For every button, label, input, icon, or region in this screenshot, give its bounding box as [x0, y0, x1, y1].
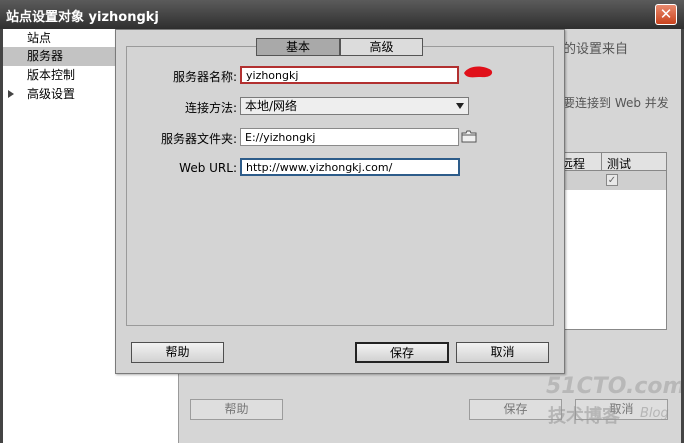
- title-bar: 站点设置对象 yizhongkj ✕: [0, 0, 684, 29]
- tab-basic[interactable]: 基本: [256, 38, 340, 56]
- connect-method-label: 连接方法:: [184, 101, 237, 115]
- web-url-input[interactable]: [240, 158, 460, 176]
- sidebar-item-label: 高级设置: [27, 87, 76, 101]
- table-row[interactable]: ✓: [556, 171, 666, 190]
- window-title: 站点设置对象 yizhongkj: [6, 10, 159, 25]
- web-url-label: Web URL:: [179, 161, 237, 175]
- watermark-blog: Blog: [640, 406, 669, 421]
- connect-method-select[interactable]: 本地/网络: [240, 97, 469, 115]
- table-header-test: 测试: [607, 157, 632, 171]
- table-header-divider: [601, 153, 602, 170]
- close-button[interactable]: ✕: [655, 4, 677, 25]
- sidebar-item-label: 服务器: [27, 49, 64, 63]
- red-scribble-annotation: [464, 66, 493, 78]
- expand-triangle-icon[interactable]: [8, 90, 14, 98]
- background-help-button[interactable]: 帮助: [190, 399, 283, 420]
- server-folder-input[interactable]: [240, 128, 459, 146]
- server-folder-label: 服务器文件夹:: [160, 132, 237, 146]
- dialog-content-panel: [126, 46, 554, 326]
- dropdown-arrow-icon: [456, 103, 464, 109]
- server-name-input[interactable]: [240, 66, 459, 84]
- background-text-2: 要连接到 Web 并发: [563, 96, 669, 110]
- server-name-label: 服务器名称:: [172, 70, 237, 84]
- connect-method-value: 本地/网络: [245, 99, 298, 113]
- checkbox-icon[interactable]: ✓: [606, 174, 618, 186]
- save-button[interactable]: 保存: [355, 342, 449, 363]
- help-button[interactable]: 帮助: [131, 342, 224, 363]
- watermark-51cto: 51CTO.com: [546, 374, 684, 399]
- sidebar-item-label: 站点: [27, 31, 52, 45]
- close-icon: ✕: [659, 5, 673, 23]
- sidebar-item-label: 版本控制: [27, 68, 76, 82]
- tab-advanced[interactable]: 高级: [340, 38, 423, 56]
- watermark-tech-blog: 技术博客: [548, 406, 620, 427]
- background-table-header: 远程 测试: [555, 152, 667, 171]
- cancel-button[interactable]: 取消: [456, 342, 549, 363]
- folder-icon[interactable]: [461, 130, 477, 143]
- background-text-1: 的设置来自: [563, 42, 629, 57]
